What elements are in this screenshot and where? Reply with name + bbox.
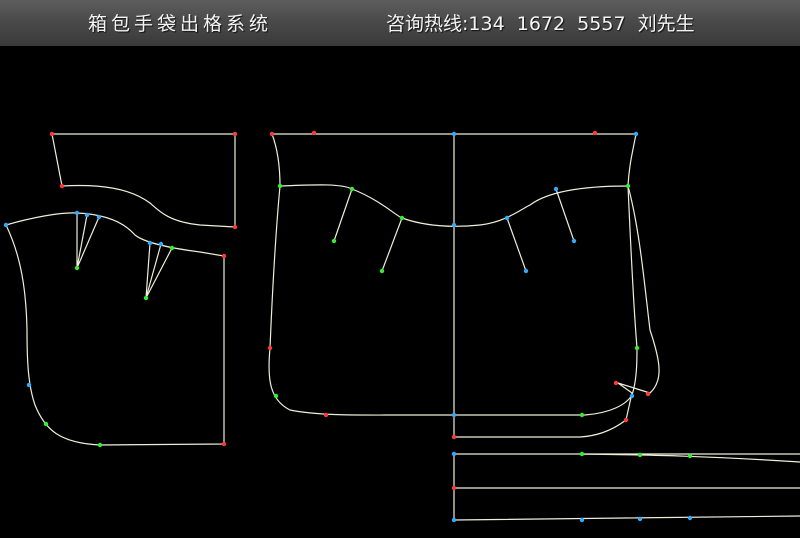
control-point[interactable] [43,421,49,427]
control-point[interactable] [637,452,643,458]
control-point[interactable] [613,380,619,386]
main-outer-outline[interactable] [268,133,638,416]
control-point[interactable] [143,295,149,301]
control-point[interactable] [3,222,9,228]
control-point[interactable] [269,131,275,137]
left-dart-lines-1[interactable] [76,212,100,269]
control-point[interactable] [232,131,238,137]
control-point[interactable] [579,412,585,418]
control-point[interactable] [592,130,598,136]
control-point[interactable] [451,485,457,491]
control-point[interactable] [645,391,651,397]
control-point[interactable] [451,222,457,228]
control-point[interactable] [687,453,693,459]
control-point[interactable] [579,451,585,457]
control-point[interactable] [323,412,329,418]
control-point[interactable] [553,186,559,192]
control-point[interactable] [74,210,80,216]
control-point[interactable] [158,241,164,247]
pattern-canvas[interactable] [0,46,800,538]
control-point[interactable] [523,268,529,274]
control-point[interactable] [623,417,629,423]
control-point[interactable] [451,434,457,440]
control-point[interactable] [311,130,317,136]
control-point[interactable] [687,515,693,521]
control-point[interactable] [84,212,90,218]
control-point[interactable] [74,265,80,271]
control-point[interactable] [277,183,283,189]
contact-hotline: 咨询热线:134 1672 5557 刘先生 [386,13,695,35]
left-dart-lines-2[interactable] [145,242,173,299]
control-point[interactable] [26,382,32,388]
control-point[interactable] [451,131,457,137]
control-point[interactable] [637,516,643,522]
control-point[interactable] [451,451,457,457]
app-window: 箱包手袋出格系统 咨询热线:134 1672 5557 刘先生 [0,0,800,538]
strap-piece-outline[interactable] [453,453,800,521]
control-point[interactable] [49,131,55,137]
control-point[interactable] [504,215,510,221]
control-point[interactable] [59,183,65,189]
control-point[interactable] [273,393,279,399]
header-banner: 箱包手袋出格系统 咨询热线:134 1672 5557 刘先生 [0,0,800,46]
control-point[interactable] [97,442,103,448]
control-point[interactable] [625,183,631,189]
app-title: 箱包手袋出格系统 [88,13,273,35]
control-point[interactable] [379,268,385,274]
control-point[interactable] [571,238,577,244]
control-point[interactable] [232,224,238,230]
control-point[interactable] [633,131,639,137]
control-point[interactable] [221,441,227,447]
control-point[interactable] [169,245,175,251]
control-point[interactable] [579,517,585,523]
pattern-piece-left-outline[interactable] [5,212,225,446]
control-point[interactable] [349,186,355,192]
control-point[interactable] [221,253,227,259]
control-point[interactable] [331,238,337,244]
control-point[interactable] [96,214,102,220]
control-point[interactable] [451,412,457,418]
control-point[interactable] [267,345,273,351]
control-point[interactable] [147,240,153,246]
control-point[interactable] [629,393,635,399]
control-point[interactable] [399,215,405,221]
control-point[interactable] [451,517,457,523]
control-point[interactable] [634,345,640,351]
